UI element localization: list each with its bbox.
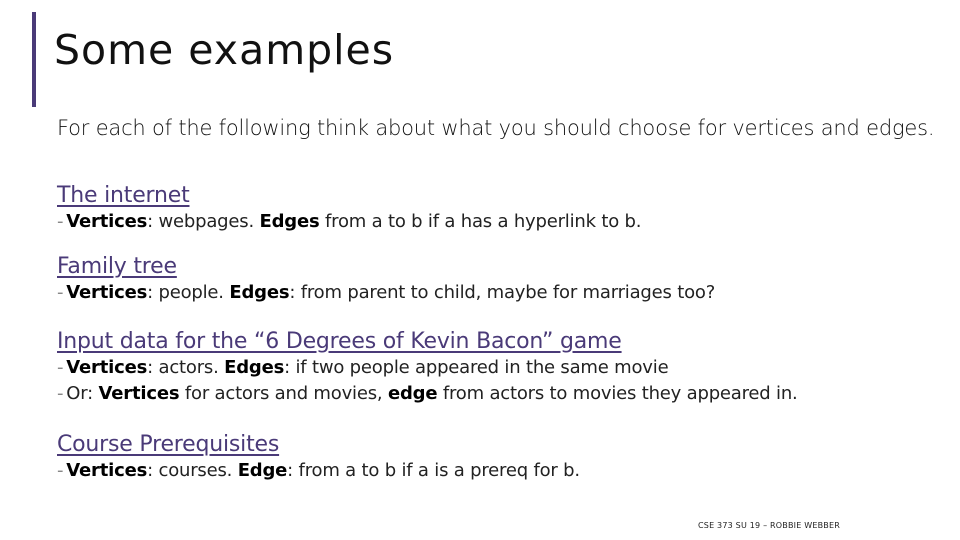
slide-body: For each of the following think about wh… [57,117,937,139]
bold-term: Vertices [66,282,148,303]
bullet-text: : actors. [147,357,225,378]
bullet-text: : if two people appeared in the same mov… [284,357,669,378]
bold-term: Vertices [66,211,148,232]
section-course-prereqs: Course Prerequisites - Vertices: courses.… [57,432,580,484]
bullet-marker: - [57,383,64,404]
slide-footer: CSE 373 SU 19 – ROBBIE WEBBER [698,521,840,530]
bullet-text: Or: [66,383,99,404]
section-heading-link[interactable]: Family tree [57,254,177,280]
bullet-list: - Vertices: people. Edges: from parent to… [57,280,715,306]
bold-term: Vertices [98,383,180,404]
bullet-marker: - [57,282,64,303]
bullet-list: - Vertices: courses. Edge: from a to b if… [57,458,580,484]
bullet-item: - Vertices: people. Edges: from parent to… [57,280,715,306]
bullet-text: from a to b if a has a hyperlink to b. [319,211,642,232]
section-family-tree: Family tree - Vertices: people. Edges: fr… [57,254,715,306]
bullet-text: : courses. [147,460,238,481]
intro-text: For each of the following think about wh… [57,116,935,140]
bullet-text: for actors and movies, [179,383,388,404]
title-accent-bar [32,12,36,107]
bold-term: Edges [224,357,285,378]
section-kevin-bacon: Input data for the “6 Degrees of Kevin B… [57,329,798,407]
bullet-list: - Vertices: webpages. Edges from a to b i… [57,209,641,235]
bullet-text: : people. [147,282,230,303]
bullet-marker: - [57,211,64,232]
bold-term: Edges [229,282,290,303]
bullet-text: : from a to b if a is a prereq for b. [287,460,580,481]
bullet-text: : webpages. [147,211,260,232]
section-heading-link[interactable]: Course Prerequisites [57,432,279,458]
bullet-item: - Vertices: courses. Edge: from a to b if… [57,458,580,484]
section-heading-link[interactable]: Input data for the “6 Degrees of Kevin B… [57,329,622,355]
bullet-text: from actors to movies they appeared in. [437,383,798,404]
section-internet: The internet - Vertices: webpages. Edges … [57,183,641,235]
bullet-item: - Or: Vertices for actors and movies, edg… [57,381,798,407]
bold-term: Edges [259,211,320,232]
bold-term: edge [387,383,438,404]
bullet-item: - Vertices: actors. Edges: if two people … [57,355,798,381]
bullet-list: - Vertices: actors. Edges: if two people … [57,355,798,407]
bold-term: Edge [237,460,288,481]
bold-term: Vertices [66,460,148,481]
bullet-marker: - [57,460,64,481]
section-heading-link[interactable]: The internet [57,183,190,209]
bullet-text: : from parent to child, maybe for marria… [289,282,716,303]
bullet-item: - Vertices: webpages. Edges from a to b i… [57,209,641,235]
bullet-marker: - [57,357,64,378]
bold-term: Vertices [66,357,148,378]
slide-title: Some examples [54,26,395,74]
